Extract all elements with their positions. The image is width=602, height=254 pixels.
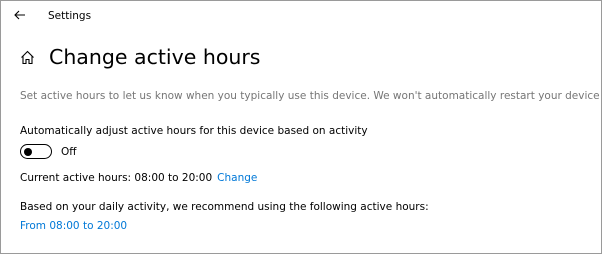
page-description: Set active hours to let us know when you… <box>20 90 601 102</box>
current-active-hours-label: Current active hours: 08:00 to 20:00 <box>20 172 213 184</box>
toggle-knob <box>24 147 32 156</box>
settings-window: Settings Change active hours Set active … <box>0 0 602 254</box>
recommended-hours-link[interactable]: From 08:00 to 20:00 <box>20 219 127 233</box>
title-bar: Settings <box>1 1 601 31</box>
back-arrow-icon <box>14 10 25 20</box>
auto-adjust-toggle-row: Off <box>20 144 77 159</box>
back-button[interactable] <box>9 6 31 24</box>
window-title: Settings <box>48 10 92 22</box>
change-link[interactable]: Change <box>217 172 257 184</box>
home-icon[interactable] <box>19 49 35 65</box>
recommendation-label: Based on your daily activity, we recomme… <box>20 201 429 213</box>
auto-adjust-label: Automatically adjust active hours for th… <box>20 125 368 137</box>
page-heading: Change active hours <box>19 42 260 72</box>
auto-adjust-toggle[interactable] <box>20 144 52 159</box>
toggle-state-label: Off <box>61 145 77 158</box>
current-active-hours-row: Current active hours: 08:00 to 20:00 Chan… <box>20 171 257 185</box>
page-title: Change active hours <box>49 45 261 69</box>
